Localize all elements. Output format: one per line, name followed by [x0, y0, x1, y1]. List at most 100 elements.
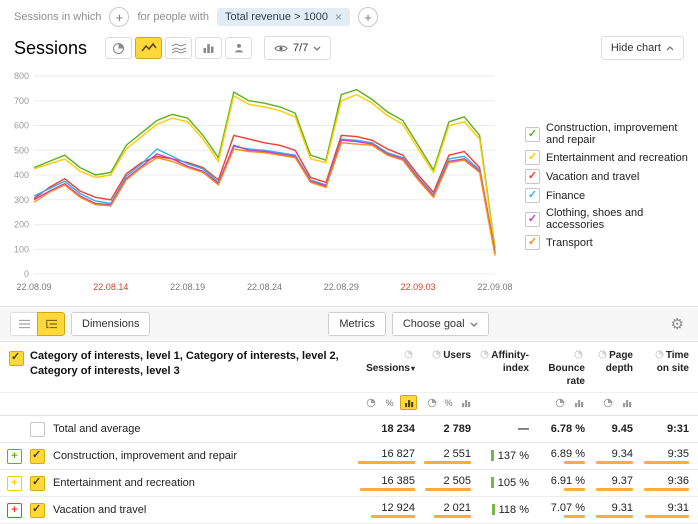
column-header-bounce-rate[interactable]: Bounce rate: [538, 349, 594, 388]
legend-checkbox-icon[interactable]: ✓: [525, 150, 540, 165]
column-header-users[interactable]: Users: [424, 349, 480, 362]
series-visibility-button[interactable]: 7/7: [264, 36, 331, 60]
legend-checkbox-icon[interactable]: ✓: [525, 212, 540, 227]
svg-text:500: 500: [14, 145, 29, 155]
chevron-down-icon: [470, 322, 478, 327]
legend-item[interactable]: ✓ Entertainment and recreation: [525, 150, 690, 165]
column-header-time-on-site[interactable]: Time on site: [642, 349, 698, 375]
tree-view-button[interactable]: [37, 312, 65, 336]
select-all-checkbox[interactable]: [9, 351, 24, 366]
legend-item[interactable]: ✓Vacation and travel: [525, 169, 690, 184]
legend-checkbox-icon[interactable]: ✓: [525, 169, 540, 184]
metric-value: 118 %: [480, 504, 538, 516]
row-checkbox[interactable]: [30, 422, 45, 437]
metric-help-icon: [404, 350, 413, 359]
legend-item[interactable]: ✓Finance: [525, 188, 690, 203]
dimensions-button[interactable]: Dimensions: [71, 312, 150, 336]
table-row-total[interactable]: Total and average 18 2342 789—6.78 %9.45…: [0, 416, 698, 443]
column-header-affinity-index[interactable]: Affinity-index: [480, 349, 538, 375]
percent-display-toggle[interactable]: %: [381, 395, 398, 410]
segmentation-bar: Sessions in which + for people with Tota…: [0, 0, 698, 32]
metric-value: 6.89 %: [538, 448, 594, 464]
line-chart-icon: [141, 42, 157, 54]
column-header-page-depth[interactable]: Page depth: [594, 349, 642, 375]
row-checkbox[interactable]: [30, 503, 45, 518]
value-bar: [596, 461, 633, 464]
legend-item[interactable]: ✓Construction, improvement and repair: [525, 122, 690, 146]
svg-text:800: 800: [14, 71, 29, 81]
column-chart-type-button[interactable]: [195, 37, 222, 59]
svg-text:22.08.14: 22.08.14: [93, 282, 128, 292]
svg-text:700: 700: [14, 96, 29, 106]
legend-item[interactable]: ✓ Transport: [525, 235, 690, 250]
metrics-button[interactable]: Metrics: [328, 312, 385, 336]
pie-display-toggle[interactable]: [362, 395, 379, 410]
affinity-bar: [491, 450, 494, 461]
metric-value: 2 551: [424, 448, 480, 464]
bars-display-toggle[interactable]: [570, 395, 587, 410]
line-chart-type-button[interactable]: [135, 37, 162, 59]
choose-goal-button[interactable]: Choose goal: [392, 312, 489, 336]
affinity-bar: [492, 504, 495, 515]
metric-value: 2 021: [424, 502, 480, 518]
eye-icon: [274, 44, 288, 53]
column-header-sessions[interactable]: Sessions▾: [358, 349, 424, 375]
legend-checkbox-icon[interactable]: ✓: [525, 188, 540, 203]
column-chart-icon: [202, 42, 215, 54]
segment-tag[interactable]: Total revenue > 1000 ×: [217, 8, 350, 26]
value-bar: [371, 515, 415, 518]
row-checkbox[interactable]: [30, 476, 45, 491]
row-checkbox[interactable]: [30, 449, 45, 464]
legend-item[interactable]: ✓ Clothing, shoes and accessories: [525, 207, 690, 231]
remove-tag-icon[interactable]: ×: [335, 11, 342, 23]
view-switcher: [10, 312, 65, 336]
sessions-chart[interactable]: 010020030040050060070080022.08.0922.08.1…: [4, 66, 509, 298]
expand-row-button[interactable]: +: [7, 503, 22, 518]
audience-chart-type-button[interactable]: [225, 37, 252, 59]
metric-value: 9:31: [642, 423, 698, 435]
table-settings-button[interactable]: ⚙: [667, 315, 688, 333]
value-bar: [644, 488, 689, 491]
list-view-button[interactable]: [10, 312, 38, 336]
expand-row-button[interactable]: +: [7, 476, 22, 491]
value-bar: [360, 488, 415, 491]
row-label: Entertainment and recreation: [53, 477, 195, 489]
metric-display-toggles-row: %%: [0, 393, 698, 416]
table-body: Total and average 18 2342 789—6.78 %9.45…: [0, 416, 698, 524]
pie-chart-type-button[interactable]: [105, 37, 132, 59]
add-session-condition-button[interactable]: +: [109, 7, 129, 27]
metric-help-icon: [480, 350, 489, 359]
pie-display-toggle[interactable]: [424, 395, 439, 410]
gear-icon: ⚙: [671, 316, 684, 333]
percent-display-toggle[interactable]: %: [441, 395, 456, 410]
legend-label: Transport: [546, 237, 593, 249]
chevron-up-icon: [666, 46, 674, 51]
bars-display-toggle[interactable]: [618, 395, 635, 410]
column-label: Sessions: [366, 363, 410, 374]
value-bar: [564, 515, 585, 518]
legend-checkbox-icon[interactable]: ✓: [525, 235, 540, 250]
table-row[interactable]: + Vacation and travel12 9242 021118 %7.0…: [0, 497, 698, 524]
table-row[interactable]: + Entertainment and recreation16 3852 50…: [0, 470, 698, 497]
value-bar: [644, 461, 689, 464]
pie-display-toggle[interactable]: [599, 395, 616, 410]
add-people-condition-button[interactable]: +: [358, 7, 378, 27]
legend-label: Clothing, shoes and accessories: [546, 207, 690, 231]
legend-label: Entertainment and recreation: [546, 152, 688, 164]
pie-display-toggle[interactable]: [551, 395, 568, 410]
svg-text:600: 600: [14, 121, 29, 131]
tree-view-icon: [45, 319, 58, 329]
row-label: Vacation and travel: [53, 504, 146, 516]
chart-area: 010020030040050060070080022.08.0922.08.1…: [0, 66, 698, 298]
expand-row-button[interactable]: +: [7, 449, 22, 464]
legend-checkbox-icon[interactable]: ✓: [525, 127, 540, 142]
metric-value: 137 %: [480, 450, 538, 462]
metric-value: —: [480, 423, 538, 435]
bars-display-toggle[interactable]: [458, 395, 473, 410]
table-row[interactable]: + Construction, improvement and repair16…: [0, 443, 698, 470]
hide-chart-button[interactable]: Hide chart: [601, 36, 684, 60]
stacked-chart-type-button[interactable]: [165, 37, 192, 59]
dimension-header: Category of interests, level 1, Category…: [30, 349, 358, 379]
metric-value: 9:36: [642, 475, 698, 491]
bars-display-toggle[interactable]: [400, 395, 417, 410]
